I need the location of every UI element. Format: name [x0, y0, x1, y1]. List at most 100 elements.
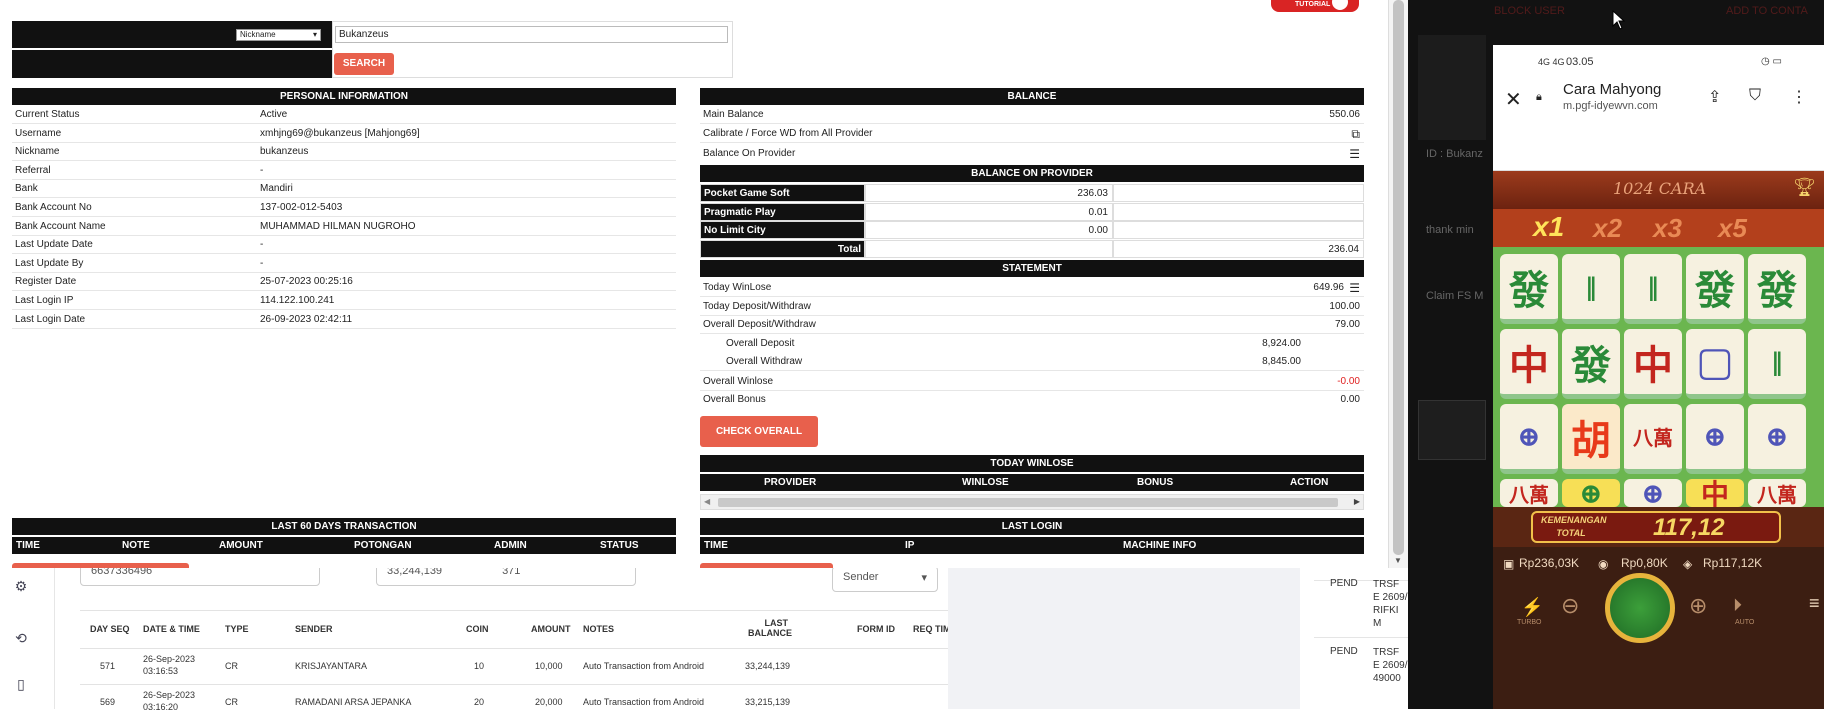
external-link-icon[interactable]: ⧉: [1351, 125, 1360, 143]
provider-empty-cell: [1113, 184, 1364, 202]
plus-button[interactable]: ⊕: [1689, 593, 1707, 619]
provider-header: BALANCE ON PROVIDER: [700, 165, 1364, 182]
sender-select[interactable]: Sender ▾: [832, 566, 938, 592]
row-label: Last Update Date: [15, 239, 93, 251]
network-indicator: 4G 4G: [1538, 57, 1565, 67]
list-icon[interactable]: ☰: [1349, 145, 1360, 163]
mahjong-tile: ‖: [1624, 254, 1682, 324]
side-rail: ⚙ ⟲ ▯: [0, 560, 55, 709]
mahjong-tile: 八萬: [1748, 479, 1806, 507]
personal-info-row: Nickname bukanzeus: [12, 143, 676, 162]
pending-panel: [948, 560, 1300, 709]
table-cell: 26-Sep-2023: [143, 654, 196, 664]
mahjong-tile: ‖: [1562, 254, 1620, 324]
col-header: FORM ID: [857, 624, 895, 634]
provider-value: 236.03: [865, 184, 1113, 202]
personal-info-row: Current Status Active: [12, 106, 676, 124]
provider-empty-cell: [1113, 221, 1364, 240]
admin-window: TUTORIALS Nickname ▾ Bukanzeus SEARCH PER…: [0, 0, 1408, 568]
col-header: NOTES: [583, 624, 615, 634]
personal-info-row: Register Date 25-07-2023 00:25:16: [12, 273, 676, 292]
search-button[interactable]: SEARCH: [334, 53, 394, 75]
settings-icon[interactable]: ⚙: [12, 578, 30, 596]
game-banner: 1024 CARA 🏆︎: [1493, 171, 1824, 209]
col-header: AMOUNT: [531, 624, 571, 634]
row-label: Last Login Date: [15, 313, 86, 325]
table-cell: 03:16:20: [143, 702, 179, 712]
search-input[interactable]: Bukanzeus: [335, 26, 728, 43]
provider-name: Pocket Game Soft: [700, 184, 865, 202]
row-divider: [80, 648, 948, 649]
spin-button[interactable]: [1605, 573, 1675, 643]
calibrate-row: Calibrate / Force WD from All Provider ⧉: [700, 125, 1364, 143]
row-label: Bank Account Name: [15, 220, 106, 232]
list-icon[interactable]: ☰: [1349, 279, 1360, 297]
table-cell: 571: [100, 661, 116, 671]
pending-text: TRSF E 2609/ 49000: [1373, 647, 1408, 684]
horizontal-scrollbar[interactable]: ◀ ▶: [700, 494, 1364, 510]
provider-name: Pragmatic Play: [700, 202, 865, 221]
mahjong-tile: 中: [1624, 329, 1682, 399]
today-winlose-header: TODAY WINLOSE: [700, 455, 1364, 472]
book-icon[interactable]: ▯: [12, 676, 30, 694]
minus-button[interactable]: ⊖: [1561, 593, 1579, 619]
row-label: Bank Account No: [15, 202, 92, 213]
row-label: Current Status: [15, 109, 80, 120]
col-header: DAY SEQ: [90, 624, 130, 634]
vertical-scrollbar[interactable]: ▼: [1388, 0, 1408, 568]
multiplier-bar: x1 x2 x3 x5: [1493, 209, 1824, 247]
personal-info-row: Bank Mandiri: [12, 180, 676, 199]
chat-message: Claim FS M: [1426, 290, 1484, 302]
trophy-icon[interactable]: 🏆︎: [1793, 177, 1816, 198]
personal-info-row: Last Login Date 26-09-2023 02:42:11: [12, 311, 676, 329]
menu-icon[interactable]: ⋮: [1791, 87, 1807, 107]
scrollbar-thumb[interactable]: [1393, 0, 1404, 555]
balance-value: Rp236,03K: [1519, 556, 1580, 570]
row-label: Last Login IP: [15, 295, 74, 306]
battery-icon: ◷ ▭: [1761, 56, 1782, 67]
chat-id-line: ID : Bukanz: [1426, 148, 1483, 160]
chat-thumbnail: [1418, 35, 1486, 140]
chat-image[interactable]: [1418, 400, 1486, 460]
add-contact-button[interactable]: ADD TO CONTA: [1726, 5, 1808, 17]
win-icon: ◈: [1683, 557, 1693, 571]
block-user-button[interactable]: BLOCK USER: [1494, 5, 1565, 17]
table-cell: 33,244,139: [745, 661, 791, 671]
hamburger-icon[interactable]: ≡: [1809, 593, 1820, 614]
statement-row: Today Deposit/Withdraw 100.00: [700, 298, 1364, 316]
row-value: 114.122.100.241: [260, 295, 335, 306]
mahjong-tile: ⊕: [1686, 404, 1744, 474]
mahjong-tile: 發: [1500, 254, 1558, 324]
win-display: KEMENANGAN TOTAL 117,12: [1531, 511, 1781, 543]
row-value: 26-09-2023 02:42:11: [260, 313, 353, 325]
share-icon[interactable]: ⇪: [1708, 87, 1721, 107]
row-value: Active: [260, 109, 288, 120]
table-cell: 20: [474, 697, 485, 707]
mahjong-tile: ⊕: [1748, 404, 1806, 474]
turbo-icon[interactable]: ⚡: [1521, 597, 1543, 618]
auto-icon[interactable]: ⏵: [1733, 595, 1742, 616]
lock-icon: 🔒︎: [1536, 91, 1542, 103]
history-icon[interactable]: ⟲: [12, 630, 30, 648]
mahjong-tile: ⊕: [1500, 404, 1558, 474]
row-divider: [80, 684, 948, 685]
last-login-columns: TIME IP MACHINE INFO: [700, 537, 1364, 554]
game-area[interactable]: 1024 CARA 🏆︎ x1 x2 x3 x5 發 ‖ ‖ 發 發 中 發 中…: [1493, 171, 1824, 709]
close-icon[interactable]: ✕: [1505, 87, 1522, 112]
personal-info-row: Last Update By -: [12, 255, 676, 273]
row-label: Username: [15, 127, 62, 139]
personal-info-row: Bank Account No 137-002-012-5403: [12, 199, 676, 217]
auto-label: AUTO: [1735, 619, 1755, 626]
table-cell: CR: [225, 661, 238, 671]
partial-button[interactable]: [700, 563, 833, 568]
search-type-select[interactable]: Nickname ▾: [236, 29, 321, 41]
bookmark-icon[interactable]: ⛉: [1749, 87, 1761, 105]
row-label: Nickname: [15, 146, 60, 158]
partial-button[interactable]: [12, 563, 189, 568]
transactions-page: 6637336496 33,244,139 371 Sender ▾: [0, 560, 948, 709]
scrollbar-thumb[interactable]: [718, 498, 1338, 507]
phone-screen: 4G 4G 03.05 ◷ ▭ ✕ 🔒︎ Cara Mahyong m.pgf-…: [1493, 45, 1824, 709]
check-overall-button[interactable]: CHECK OVERALL: [700, 416, 818, 447]
page-url[interactable]: m.pgf-idyewvn.com: [1563, 100, 1658, 112]
balance-on-provider-row: Balance On Provider ☰: [703, 145, 1360, 163]
